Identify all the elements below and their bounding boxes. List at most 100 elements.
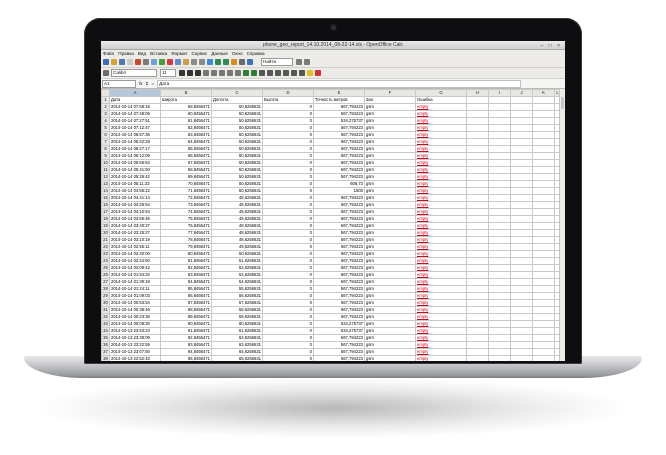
cell[interactable]: 2014-10-14 01:09:03 [109, 292, 161, 300]
cell[interactable]: gsm [364, 320, 416, 328]
cell[interactable] [466, 334, 489, 342]
cell[interactable]: 48,6256631 [211, 229, 263, 237]
cell[interactable] [466, 117, 489, 125]
cell[interactable] [466, 236, 489, 244]
copy-icon[interactable] [175, 59, 181, 65]
cell[interactable]: gsm [364, 159, 416, 167]
row-number[interactable]: 18 [101, 215, 110, 223]
cell[interactable] [488, 355, 511, 361]
cell[interactable] [488, 222, 511, 230]
cell[interactable] [466, 201, 489, 209]
cell[interactable] [510, 103, 533, 111]
column-header[interactable]: B [160, 89, 212, 97]
cell[interactable]: 567,794223 [313, 103, 365, 111]
cell[interactable] [510, 271, 533, 279]
cell[interactable]: 2014-10-14 01:24:11 [109, 285, 161, 293]
cell[interactable] [510, 264, 533, 272]
cell[interactable] [488, 243, 511, 251]
vertical-scrollbar[interactable] [559, 89, 565, 361]
cell[interactable]: 2014-10-14 06:42:29 [109, 138, 161, 146]
row-number[interactable]: 16 [101, 201, 110, 209]
cell[interactable]: 534,275737 [313, 320, 365, 328]
cell[interactable]: 2014-10-13 23:38:09 [109, 334, 161, 342]
cell[interactable]: 60,8456471 [160, 110, 212, 118]
column-header[interactable]: E [313, 89, 365, 97]
cell[interactable] [510, 243, 533, 251]
cell[interactable] [488, 327, 511, 335]
cell[interactable] [510, 201, 533, 209]
cell[interactable] [510, 306, 533, 314]
cell[interactable]: gsm [364, 306, 416, 314]
cell[interactable]: 534,275737 [313, 327, 365, 335]
cell[interactable]: 0 [262, 131, 314, 139]
cell[interactable]: 53,6256631 [211, 271, 263, 279]
spellcheck-icon[interactable] [159, 59, 165, 65]
column-header[interactable]: F [364, 89, 416, 97]
cell[interactable]: 48,6256631 [211, 236, 263, 244]
cell[interactable]: 2014-10-14 03:55:46 [109, 215, 161, 223]
cell[interactable]: 79,8456471 [160, 243, 212, 251]
cell[interactable]: 81,8456471 [160, 257, 212, 265]
cell[interactable] [510, 96, 533, 104]
cell[interactable]: 70,8456471 [160, 180, 212, 188]
cell[interactable] [488, 306, 511, 314]
cell[interactable]: 2014-10-14 06:57:36 [109, 131, 161, 139]
cell[interactable] [488, 96, 511, 104]
cell[interactable]: 0 [262, 215, 314, 223]
percent-format-icon[interactable] [251, 70, 257, 76]
menu-item[interactable]: Файл [103, 51, 114, 56]
cell[interactable]: empty [415, 159, 467, 167]
underline-icon[interactable] [195, 70, 201, 76]
cell[interactable]: 2014-10-14 05:41:50 [109, 166, 161, 174]
cell[interactable]: 567,794223 [313, 222, 365, 230]
cell[interactable]: 1500 [313, 187, 365, 195]
cell[interactable]: 567,794223 [313, 166, 365, 174]
cell[interactable]: 2014-10-14 00:08:30 [109, 320, 161, 328]
cell[interactable]: empty [415, 264, 467, 272]
cell[interactable] [532, 173, 555, 181]
cell[interactable] [532, 215, 555, 223]
menu-item[interactable]: Вид [138, 51, 146, 56]
cell[interactable] [510, 208, 533, 216]
cell[interactable] [532, 278, 555, 286]
cell[interactable]: empty [415, 166, 467, 174]
cell[interactable]: 48,6256631 [211, 215, 263, 223]
cell[interactable] [466, 341, 489, 349]
cell[interactable]: 2014-10-14 04:10:54 [109, 208, 161, 216]
cell[interactable] [510, 292, 533, 300]
cell[interactable] [532, 194, 555, 202]
cell[interactable]: empty [415, 117, 467, 125]
font-name-select[interactable]: Calibri [111, 69, 157, 77]
find-field[interactable]: Найти [261, 58, 293, 66]
cell[interactable]: empty [415, 236, 467, 244]
column-header[interactable]: G [415, 89, 467, 97]
cell[interactable]: 0 [262, 355, 314, 361]
cell[interactable]: 83,8456471 [160, 271, 212, 279]
cell[interactable]: empty [415, 173, 467, 181]
cell[interactable]: 50,6256631 [211, 131, 263, 139]
cell[interactable] [466, 320, 489, 328]
cell[interactable]: 567,794223 [313, 229, 365, 237]
cell[interactable]: 55,6256631 [211, 285, 263, 293]
cell[interactable]: empty [415, 222, 467, 230]
cell[interactable] [532, 229, 555, 237]
cell[interactable] [532, 257, 555, 265]
cell[interactable]: 95,8456471 [160, 355, 212, 361]
cell[interactable] [466, 138, 489, 146]
cell[interactable]: gsm [364, 285, 416, 293]
row-number[interactable]: 23 [101, 250, 110, 258]
cell[interactable] [466, 110, 489, 118]
menu-item[interactable]: Окно [232, 51, 243, 56]
cell[interactable]: 0 [262, 222, 314, 230]
cell[interactable]: 0 [262, 306, 314, 314]
cell[interactable]: 0 [262, 257, 314, 265]
cell[interactable] [510, 215, 533, 223]
align-right-icon[interactable] [219, 70, 225, 76]
add-decimal-icon[interactable] [267, 70, 273, 76]
delete-decimal-icon[interactable] [275, 70, 281, 76]
cell[interactable]: 2014-10-14 04:56:22 [109, 187, 161, 195]
cell[interactable] [510, 138, 533, 146]
cell[interactable]: 51,6256631 [211, 257, 263, 265]
cell[interactable]: gsm [364, 201, 416, 209]
cell[interactable] [510, 320, 533, 328]
